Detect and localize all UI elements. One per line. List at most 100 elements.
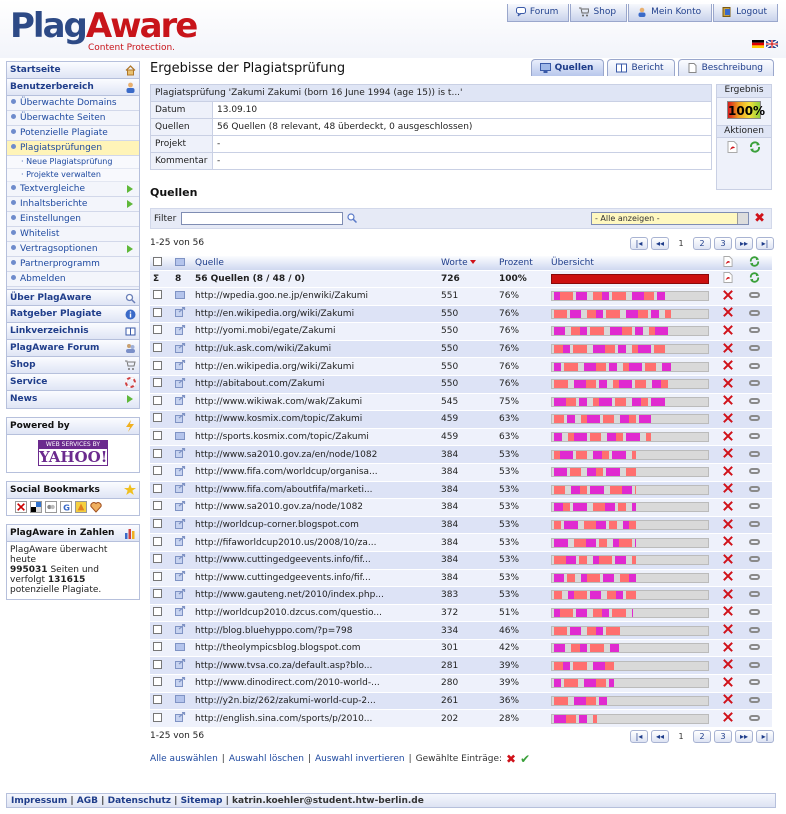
row-checkbox[interactable]: [153, 378, 162, 388]
row-checkbox-cell[interactable]: [150, 656, 172, 676]
row-link[interactable]: [746, 533, 772, 552]
sidebar-item-potenzielle-plagiate[interactable]: Potenzielle Plagiate: [7, 126, 139, 141]
link-icon[interactable]: [749, 380, 760, 387]
table-row[interactable]: http://www.cuttingedgeevents.info/fif...…: [150, 569, 772, 588]
delete-icon[interactable]: [723, 536, 733, 549]
pager-first-icon[interactable]: |◂: [630, 237, 648, 250]
delete-icon[interactable]: [723, 448, 733, 461]
row-delete[interactable]: [720, 445, 746, 464]
row-link[interactable]: [746, 569, 772, 588]
heart-icon[interactable]: [90, 501, 102, 513]
row-url[interactable]: http://www.sa2010.gov.za/node/1082: [192, 498, 438, 517]
row-url[interactable]: http://www.fifa.com/worldcup/organisa...: [192, 463, 438, 482]
tab-bericht[interactable]: Bericht: [607, 59, 675, 76]
row-link[interactable]: [746, 375, 772, 394]
row-url[interactable]: http://sports.kosmix.com/topic/Zakumi: [192, 428, 438, 447]
link-icon[interactable]: [749, 415, 760, 422]
row-url[interactable]: http://www.gauteng.net/2010/index.php...: [192, 586, 438, 605]
link-icon[interactable]: [749, 433, 760, 440]
footer-link-sitemap[interactable]: Sitemap: [181, 796, 223, 806]
row-delete[interactable]: [720, 639, 746, 658]
select-all-checkbox[interactable]: [153, 257, 162, 266]
row-checkbox-cell[interactable]: [150, 569, 172, 588]
sidebar-section-ueber[interactable]: Über PlagAware: [7, 289, 139, 306]
german-flag-icon[interactable]: [752, 40, 764, 48]
pager-next-icon[interactable]: ▸▸: [735, 730, 753, 743]
row-url[interactable]: http://www.tvsa.co.za/default.asp?blo...: [192, 656, 438, 676]
sidebar-section-service[interactable]: Service: [7, 374, 139, 391]
row-url[interactable]: http://english.sina.com/sports/p/2010...: [192, 709, 438, 728]
row-checkbox[interactable]: [153, 501, 162, 511]
link-icon[interactable]: [749, 714, 760, 721]
link-icon[interactable]: [749, 573, 760, 580]
table-row[interactable]: http://www.gauteng.net/2010/index.php...…: [150, 586, 772, 605]
link-icon[interactable]: [749, 292, 760, 299]
sidebar-item-startseite[interactable]: Startseite: [7, 62, 139, 79]
row-checkbox-cell[interactable]: [150, 428, 172, 447]
row-link[interactable]: [746, 498, 772, 517]
pager-prev-icon[interactable]: ◂◂: [651, 237, 669, 250]
table-row[interactable]: http://theolympicsblog.blogspot.com 301 42…: [150, 639, 772, 658]
row-checkbox[interactable]: [153, 606, 162, 616]
row-link[interactable]: [746, 445, 772, 464]
row-link[interactable]: [746, 516, 772, 535]
row-url[interactable]: http://en.wikipedia.org/wiki/Zakumi: [192, 357, 438, 376]
row-checkbox[interactable]: [153, 483, 162, 493]
mrwong-icon[interactable]: [15, 501, 27, 513]
table-row[interactable]: http://www.sa2010.gov.za/en/node/1082 384…: [150, 445, 772, 464]
link-icon[interactable]: [749, 608, 760, 615]
filter-select[interactable]: - Alle anzeigen -: [591, 212, 749, 225]
table-row[interactable]: http://blog.bluehyppo.com/?p=798 334 46%: [150, 621, 772, 640]
row-link[interactable]: [746, 481, 772, 500]
row-url[interactable]: http://www.cuttingedgeevents.info/fif...: [192, 569, 438, 588]
row-delete[interactable]: [720, 569, 746, 588]
row-checkbox[interactable]: [153, 659, 162, 669]
clear-filter-icon[interactable]: ✖: [754, 211, 765, 226]
row-checkbox-cell[interactable]: [150, 674, 172, 693]
delete-icon[interactable]: [723, 289, 733, 303]
row-link[interactable]: [746, 639, 772, 658]
delete-icon[interactable]: [723, 694, 733, 707]
row-checkbox[interactable]: [153, 571, 162, 581]
row-delete[interactable]: [720, 305, 746, 324]
row-checkbox[interactable]: [153, 554, 162, 564]
row-link[interactable]: [746, 428, 772, 447]
link-icon[interactable]: [749, 626, 760, 633]
row-link[interactable]: [746, 463, 772, 482]
table-row[interactable]: http://www.dinodirect.com/2010-world-...…: [150, 674, 772, 693]
delete-icon[interactable]: [723, 676, 733, 690]
table-row[interactable]: http://yomi.mobi/egate/Zakumi 550 76%: [150, 322, 772, 341]
sidebar-subitem-projekte[interactable]: · Projekte verwalten: [7, 169, 139, 182]
footer-link-datenschutz[interactable]: Datenschutz: [108, 796, 171, 806]
row-checkbox[interactable]: [153, 448, 162, 458]
delete-icon[interactable]: [723, 589, 733, 602]
row-delete[interactable]: [720, 287, 746, 306]
row-checkbox[interactable]: [153, 395, 162, 405]
table-row[interactable]: http://uk.ask.com/wiki/Zakumi 550 76%: [150, 340, 772, 359]
delicious-icon[interactable]: [30, 501, 42, 513]
row-checkbox[interactable]: [153, 589, 162, 599]
delete-icon[interactable]: [723, 624, 733, 637]
row-url[interactable]: http://worldcup2010.dzcus.com/questio...: [192, 604, 438, 623]
sidebar-section-ratgeber[interactable]: Ratgeber Plagiate: [7, 306, 139, 323]
table-row[interactable]: http://www.tvsa.co.za/default.asp?blo...…: [150, 656, 772, 676]
table-row[interactable]: http://www.sa2010.gov.za/node/1082 384 53%: [150, 498, 772, 517]
row-url[interactable]: http://www.kosmix.com/topic/Zakumi: [192, 410, 438, 429]
row-url[interactable]: http://theolympicsblog.blogspot.com: [192, 639, 438, 658]
table-row[interactable]: http://worldcup2010.dzcus.com/questio...…: [150, 604, 772, 623]
row-delete[interactable]: [720, 621, 746, 640]
row-checkbox[interactable]: [153, 694, 162, 704]
top-tab-forum[interactable]: Forum: [506, 4, 570, 22]
pager-prev-icon[interactable]: ◂◂: [651, 730, 669, 743]
delete-icon[interactable]: [723, 606, 733, 619]
clear-selection-link[interactable]: Auswahl löschen: [229, 754, 304, 764]
row-checkbox-cell[interactable]: [150, 621, 172, 640]
row-url[interactable]: http://abitabout.com/Zakumi: [192, 375, 438, 394]
row-link[interactable]: [746, 674, 772, 693]
sidebar-item-benutzerbereich[interactable]: Benutzerbereich: [7, 79, 139, 96]
row-url[interactable]: http://www.sa2010.gov.za/en/node/1082: [192, 445, 438, 464]
footer-link-impressum[interactable]: Impressum: [11, 796, 67, 806]
row-delete[interactable]: [720, 604, 746, 623]
delete-icon[interactable]: [723, 465, 733, 479]
delete-icon[interactable]: [723, 377, 733, 391]
